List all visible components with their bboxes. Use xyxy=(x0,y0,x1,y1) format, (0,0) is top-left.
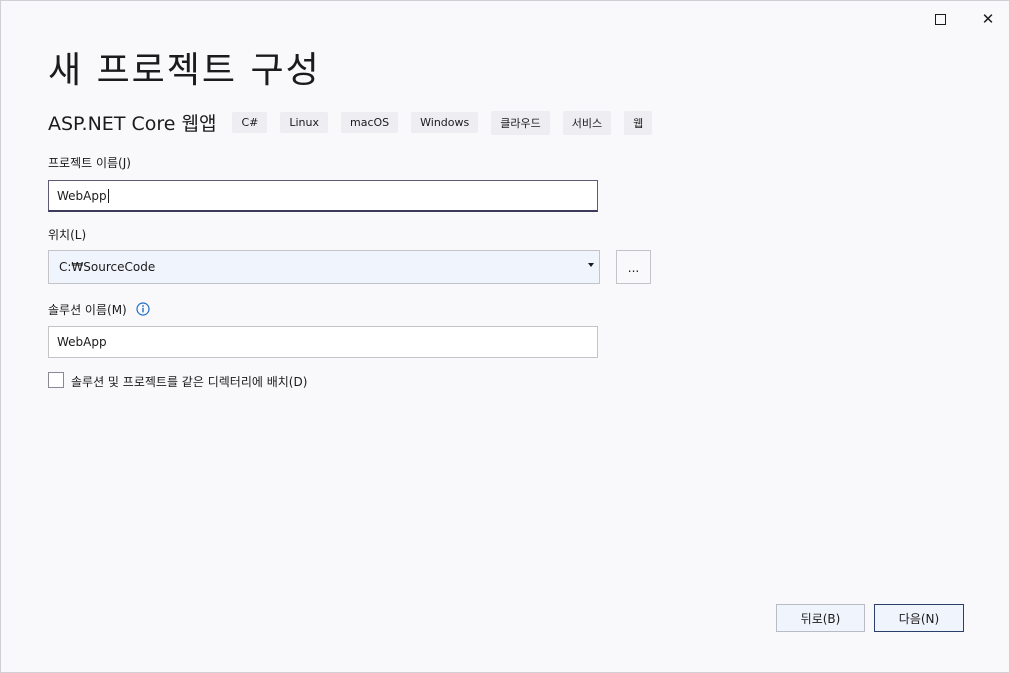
back-button[interactable]: 뒤로(B) xyxy=(776,604,865,632)
location-combobox[interactable]: C:₩SourceCode xyxy=(48,250,600,284)
browse-button[interactable]: ... xyxy=(616,250,651,284)
location-label: 위치(L) xyxy=(48,228,87,242)
project-name-value: WebApp xyxy=(57,188,107,203)
same-directory-label[interactable]: 솔루션 및 프로젝트를 같은 디렉터리에 배치(D) xyxy=(71,373,307,390)
dropdown-arrow-icon[interactable] xyxy=(588,263,594,267)
tag-csharp: C# xyxy=(232,112,268,133)
tag-cloud: 클라우드 xyxy=(491,110,550,135)
close-button[interactable]: ✕ xyxy=(965,5,1010,33)
tag-windows: Windows xyxy=(411,112,479,133)
template-name: ASP.NET Core 웹앱 xyxy=(48,113,217,135)
maximize-button[interactable] xyxy=(917,5,963,33)
tag-macos: macOS xyxy=(340,112,399,133)
close-icon: ✕ xyxy=(981,9,995,28)
project-name-label: 프로젝트 이름(J) xyxy=(48,156,131,170)
info-icon[interactable] xyxy=(136,302,150,316)
solution-name-value: WebApp xyxy=(57,335,107,349)
tag-linux: Linux xyxy=(280,112,328,133)
maximize-icon xyxy=(934,13,946,25)
next-button[interactable]: 다음(N) xyxy=(874,604,964,632)
solution-name-input[interactable]: WebApp xyxy=(48,326,598,358)
tag-service: 서비스 xyxy=(562,110,612,135)
dialog-window: ✕ 새 프로젝트 구성 ASP.NET Core 웹앱 C# Linux mac… xyxy=(0,0,1010,673)
template-info: ASP.NET Core 웹앱 C# Linux macOS Windows 클… xyxy=(48,109,665,136)
solution-name-label: 솔루션 이름(M) xyxy=(48,303,127,317)
text-caret xyxy=(107,188,109,203)
location-value: C:₩SourceCode xyxy=(59,260,156,274)
project-name-input[interactable]: WebApp xyxy=(48,180,598,212)
tag-web: 웹 xyxy=(624,110,653,135)
page-title: 새 프로젝트 구성 xyxy=(48,50,321,91)
same-directory-checkbox[interactable] xyxy=(48,372,64,388)
